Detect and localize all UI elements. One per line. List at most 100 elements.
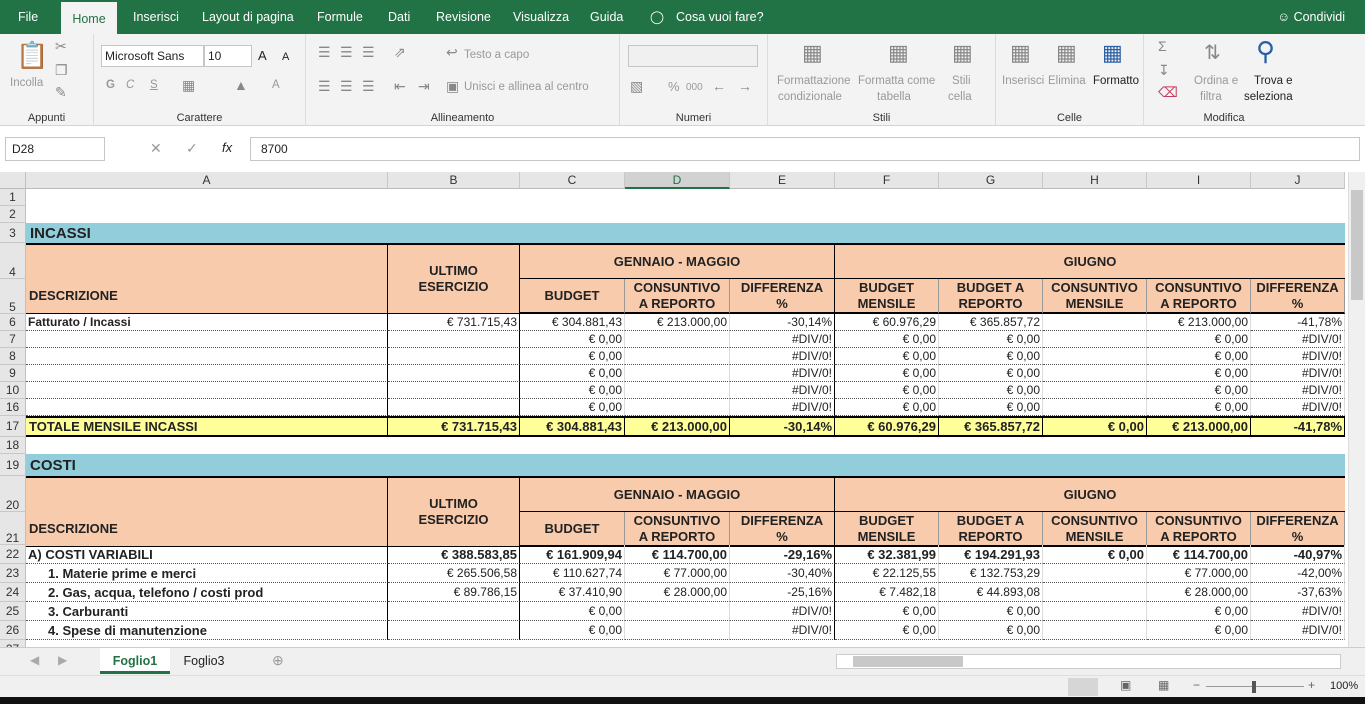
value-cell[interactable]: € 60.976,29 <box>835 314 939 331</box>
font-size-box[interactable]: 10 <box>204 45 252 67</box>
value-cell[interactable]: € 304.881,43 <box>520 314 625 331</box>
increase-indent-icon[interactable]: ⇥ <box>418 78 430 95</box>
clear-icon[interactable]: ⌫ <box>1158 84 1178 101</box>
sheet-tab-foglio3[interactable]: Foglio3 <box>172 648 236 674</box>
subheader[interactable]: CONSUNTIVO A REPORTO <box>625 512 730 547</box>
value-cell[interactable]: € 0,00 <box>1147 621 1251 640</box>
column-header[interactable]: B <box>388 172 520 189</box>
total-value[interactable]: -30,14% <box>730 416 835 437</box>
value-cell[interactable]: € 28.000,00 <box>625 583 730 602</box>
percent-button[interactable]: % <box>668 79 680 94</box>
period-header-gen-mag[interactable]: GENNAIO - MAGGIO <box>520 243 835 279</box>
share-button[interactable]: ☺ Condividi <box>1277 0 1345 34</box>
value-cell[interactable]: € 0,00 <box>1043 545 1147 564</box>
value-cell[interactable] <box>1043 365 1147 382</box>
worksheet-grid[interactable]: ABCDEFGHIJ 1 2 3 4 5 6 7 8 9 10 16 17 18 19 20 21 22 23 24… <box>0 172 1348 647</box>
value-cell[interactable]: € 0,00 <box>939 399 1043 416</box>
value-cell[interactable]: € 37.410,90 <box>520 583 625 602</box>
row-header[interactable]: 4 <box>0 243 26 279</box>
row-label[interactable]: 1. Materie prime e merci <box>26 564 388 583</box>
value-cell[interactable]: € 161.909,94 <box>520 545 625 564</box>
subheader[interactable]: DIFFERENZA% <box>730 512 835 547</box>
value-cell[interactable]: € 0,00 <box>939 365 1043 382</box>
value-cell[interactable]: #DIV/0! <box>1251 365 1345 382</box>
value-cell[interactable]: -30,40% <box>730 564 835 583</box>
page-break-icon[interactable]: ▦ <box>1158 678 1169 692</box>
row-label[interactable] <box>26 399 388 416</box>
value-cell[interactable]: #DIV/0! <box>1251 382 1345 399</box>
value-cell[interactable]: € 0,00 <box>1147 399 1251 416</box>
row-label[interactable]: Fatturato / Incassi <box>26 314 388 331</box>
zoom-in-icon[interactable]: + <box>1308 678 1315 692</box>
value-cell[interactable] <box>388 365 520 382</box>
value-cell[interactable]: € 110.627,74 <box>520 564 625 583</box>
value-cell[interactable]: € 89.786,15 <box>388 583 520 602</box>
zoom-out-icon[interactable]: − <box>1193 678 1200 692</box>
value-cell[interactable]: € 0,00 <box>520 602 625 621</box>
value-cell[interactable]: € 0,00 <box>835 382 939 399</box>
value-cell[interactable]: -42,00% <box>1251 564 1345 583</box>
value-cell[interactable]: € 0,00 <box>520 621 625 640</box>
subheader[interactable]: BUDGET <box>520 279 625 314</box>
row-header[interactable]: 16 <box>0 399 26 416</box>
subheader[interactable]: BUDGET MENSILE <box>835 279 939 314</box>
total-value[interactable]: € 304.881,43 <box>520 416 625 437</box>
value-cell[interactable]: € 0,00 <box>835 348 939 365</box>
row-label[interactable] <box>26 365 388 382</box>
row-label[interactable]: 3. Carburanti <box>26 602 388 621</box>
value-cell[interactable]: -29,16% <box>730 545 835 564</box>
value-cell[interactable]: € 114.700,00 <box>625 545 730 564</box>
format-painter-icon[interactable]: ✎ <box>55 84 67 101</box>
underline-button[interactable]: S <box>150 78 158 93</box>
subheader[interactable]: CONSUNTIVO MENSILE <box>1043 279 1147 314</box>
zoom-level[interactable]: 100% <box>1330 680 1358 692</box>
value-cell[interactable] <box>388 621 520 640</box>
tab-dati[interactable]: Dati <box>388 0 410 34</box>
insert-function-button[interactable]: fx <box>222 140 232 155</box>
next-sheet-icon[interactable]: ▶ <box>58 653 67 667</box>
subheader[interactable]: BUDGET A REPORTO <box>939 279 1043 314</box>
fill-color-icon[interactable]: ▲ <box>234 77 248 93</box>
row-header[interactable]: 10 <box>0 382 26 399</box>
value-cell[interactable]: € 388.583,85 <box>388 545 520 564</box>
total-value[interactable]: € 0,00 <box>1043 416 1147 437</box>
row-header[interactable]: 17 <box>0 416 26 437</box>
total-label[interactable]: TOTALE MENSILE INCASSI <box>26 416 388 437</box>
decrease-indent-icon[interactable]: ⇤ <box>394 78 406 95</box>
fill-icon[interactable]: ↧ <box>1158 62 1170 79</box>
value-cell[interactable]: € 0,00 <box>939 621 1043 640</box>
value-cell[interactable]: -40,97% <box>1251 545 1345 564</box>
value-cell[interactable] <box>625 399 730 416</box>
row-header[interactable]: 8 <box>0 348 26 365</box>
value-cell[interactable]: #DIV/0! <box>1251 602 1345 621</box>
value-cell[interactable] <box>1043 621 1147 640</box>
subheader[interactable]: CONSUNTIVO MENSILE <box>1043 512 1147 547</box>
row-label[interactable]: 4. Spese di manutenzione <box>26 621 388 640</box>
tab-revisione[interactable]: Revisione <box>436 0 491 34</box>
format-table-button[interactable]: Formatta come <box>858 74 935 89</box>
value-cell[interactable]: € 0,00 <box>835 365 939 382</box>
font-color-button[interactable]: A <box>272 78 280 93</box>
name-box[interactable]: D28 <box>5 137 105 161</box>
cancel-icon[interactable]: ✕ <box>150 140 162 157</box>
row-header[interactable]: 7 <box>0 331 26 348</box>
value-cell[interactable]: € 0,00 <box>520 348 625 365</box>
value-cell[interactable] <box>625 365 730 382</box>
normal-view-icon[interactable] <box>1068 678 1098 696</box>
font-name-box[interactable]: Microsoft Sans <box>101 45 204 67</box>
row-header[interactable]: 21 <box>0 512 26 545</box>
value-cell[interactable] <box>1043 602 1147 621</box>
tab-home[interactable]: Home <box>61 0 117 34</box>
value-cell[interactable]: #DIV/0! <box>730 365 835 382</box>
subheader[interactable]: CONSUNTIVO A REPORTO <box>1147 279 1251 314</box>
value-cell[interactable]: € 0,00 <box>1147 382 1251 399</box>
value-cell[interactable] <box>1043 583 1147 602</box>
ultimo-esercizio-header[interactable]: ULTIMO ESERCIZIO <box>388 476 520 547</box>
column-header[interactable]: F <box>835 172 939 189</box>
row-header[interactable]: 6 <box>0 314 26 331</box>
subheader[interactable]: DIFFERENZA% <box>1251 512 1345 547</box>
cell-styles-button[interactable]: Stili <box>952 74 971 89</box>
row-header[interactable]: 24 <box>0 583 26 602</box>
value-cell[interactable]: € 22.125,55 <box>835 564 939 583</box>
tab-inserisci[interactable]: Inserisci <box>133 0 179 34</box>
